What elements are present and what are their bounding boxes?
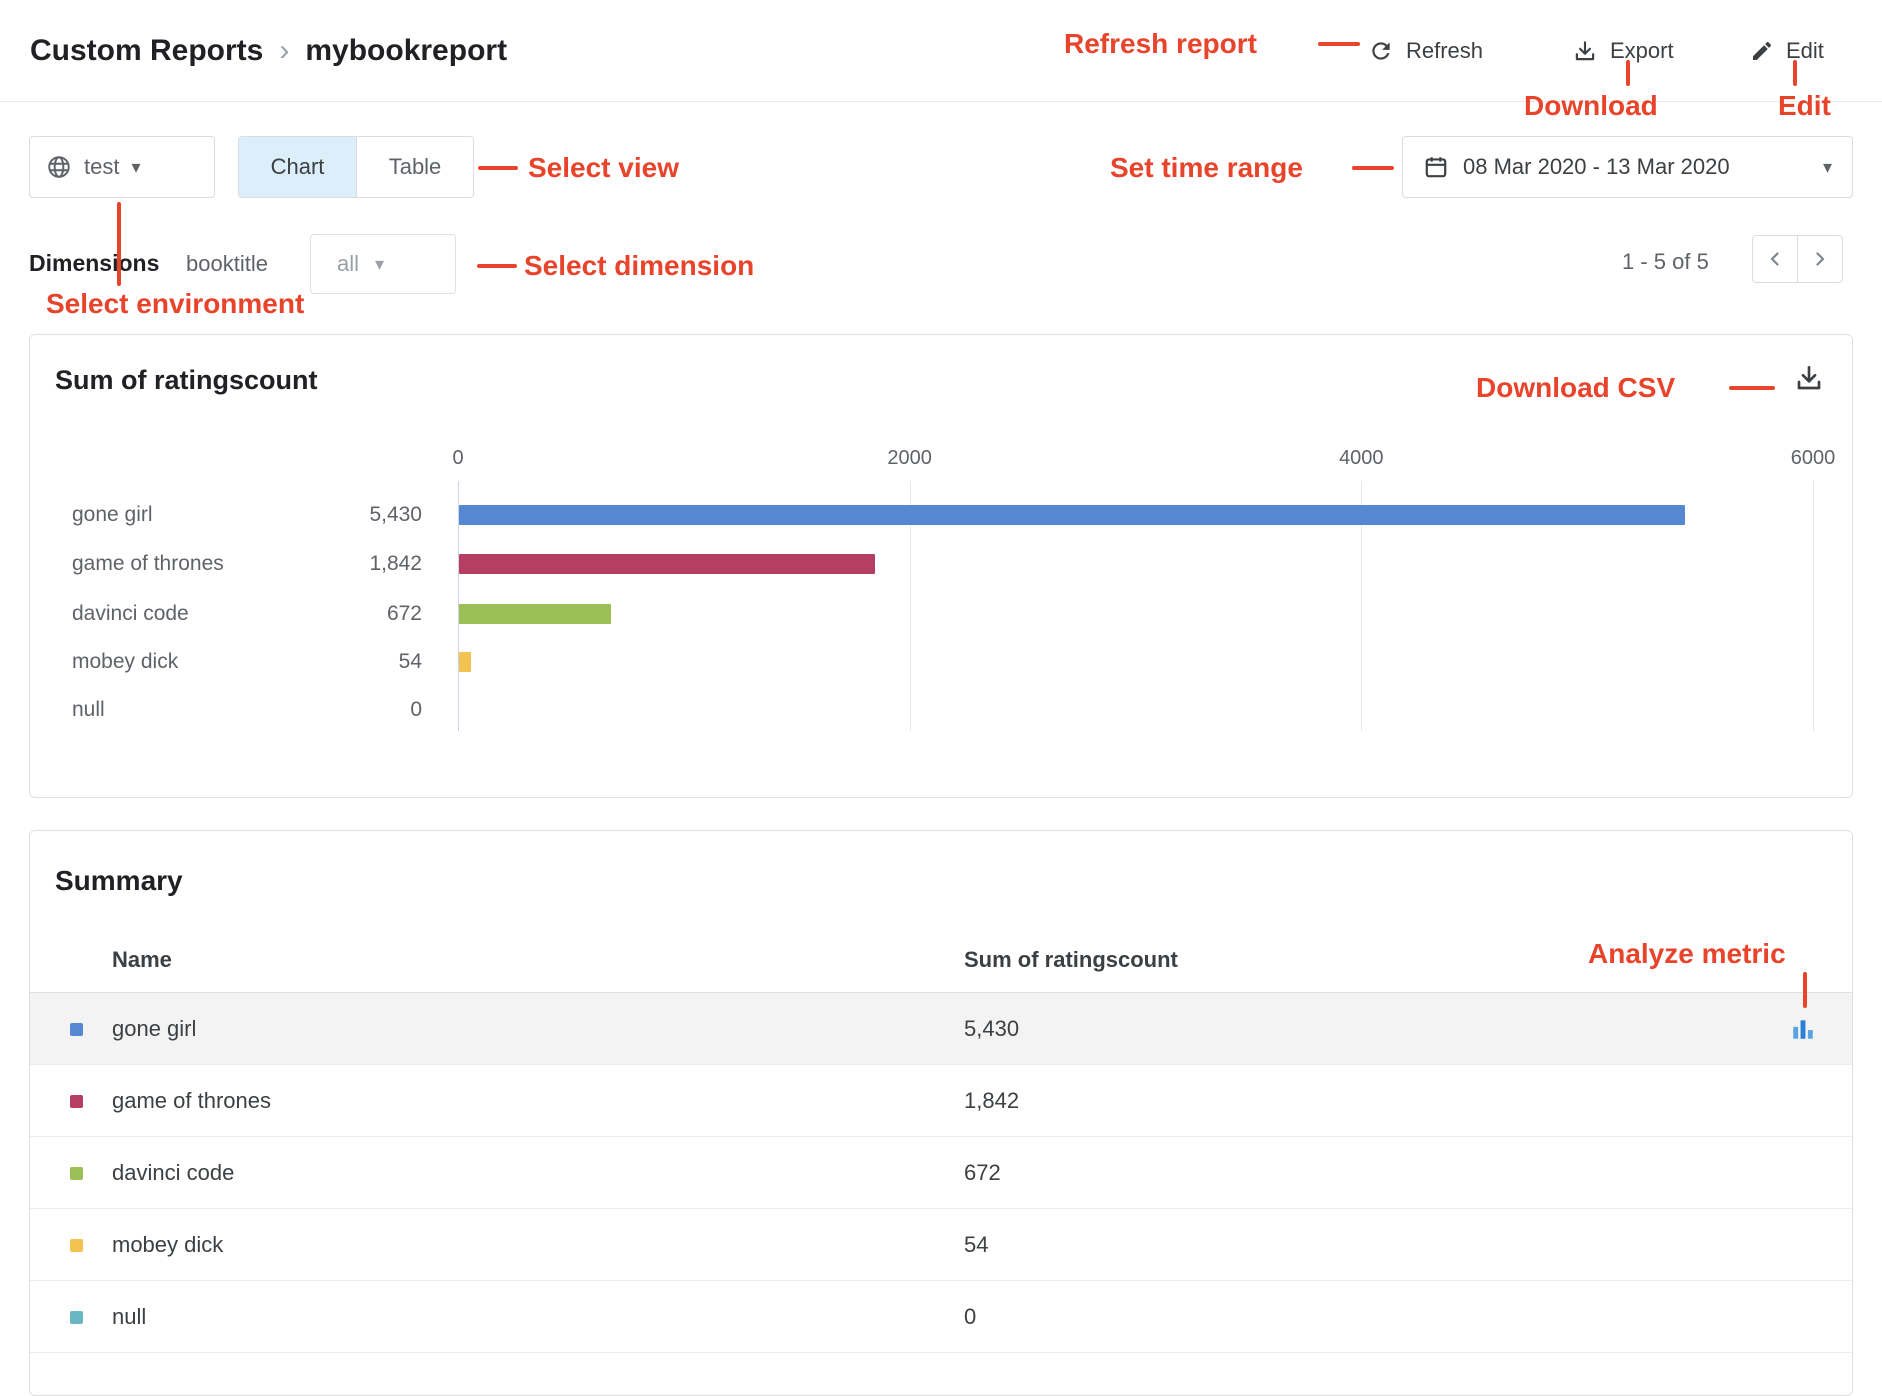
chart-category-label: mobey dick bbox=[72, 650, 178, 674]
chevron-down-icon: ▾ bbox=[131, 157, 140, 178]
chart-row: mobey dick 54 bbox=[30, 650, 450, 676]
chevron-left-icon bbox=[1763, 247, 1787, 271]
date-range-value: 08 Mar 2020 - 13 Mar 2020 bbox=[1463, 154, 1730, 180]
cell-name: gone girl bbox=[112, 993, 196, 1065]
cell-value: 0 bbox=[964, 1281, 976, 1353]
x-axis-tick: 2000 bbox=[887, 447, 932, 470]
chart-category-label: game of thrones bbox=[72, 552, 224, 576]
cell-value: 5,430 bbox=[964, 993, 1019, 1065]
cell-value: 1,842 bbox=[964, 1065, 1019, 1137]
chart-plot-area: 0 2000 4000 6000 bbox=[458, 447, 1813, 747]
bar-chart-icon bbox=[1790, 1016, 1816, 1042]
chart-value-label: 54 bbox=[322, 650, 422, 674]
environment-dropdown[interactable]: test ▾ bbox=[29, 136, 215, 198]
legend-swatch bbox=[70, 1167, 83, 1180]
breadcrumb-root-link[interactable]: Custom Reports bbox=[30, 34, 263, 68]
chart-bar bbox=[459, 505, 1685, 525]
table-row: mobey dick 54 bbox=[30, 1209, 1852, 1281]
table-row: null 0 bbox=[30, 1281, 1852, 1353]
chart-row: davinci code 672 bbox=[30, 602, 450, 628]
x-axis-tick: 4000 bbox=[1339, 447, 1384, 470]
column-header-value: Sum of ratingscount bbox=[964, 947, 1178, 973]
date-range-picker[interactable]: 08 Mar 2020 - 13 Mar 2020 ▾ bbox=[1402, 136, 1853, 198]
page-title: mybookreport bbox=[305, 34, 507, 68]
chart-value-label: 1,842 bbox=[322, 552, 422, 576]
globe-icon bbox=[46, 154, 72, 180]
annotation-select-environment: Select environment bbox=[46, 288, 304, 320]
legend-swatch bbox=[70, 1023, 83, 1036]
x-axis-tick: 6000 bbox=[1791, 447, 1836, 470]
annotation-select-dimension: Select dimension bbox=[524, 250, 754, 282]
view-toggle: Chart Table bbox=[238, 136, 474, 198]
edit-label: Edit bbox=[1786, 38, 1824, 64]
chart-value-label: 0 bbox=[322, 698, 422, 722]
dimension-name: booktitle bbox=[186, 251, 268, 277]
breadcrumb-chevron-icon: › bbox=[279, 34, 289, 68]
table-row: davinci code 672 bbox=[30, 1137, 1852, 1209]
cell-name: game of thrones bbox=[112, 1065, 271, 1137]
chart-bar bbox=[459, 604, 611, 624]
pagination-prev-button[interactable] bbox=[1752, 235, 1798, 283]
dimension-filter-value: all bbox=[337, 251, 359, 277]
pagination-next-button[interactable] bbox=[1797, 235, 1843, 283]
dimensions-label: Dimensions bbox=[29, 250, 159, 277]
analyze-metric-button[interactable] bbox=[1790, 1016, 1816, 1042]
chart-row: gone girl 5,430 bbox=[30, 503, 450, 529]
chart-title: Sum of ratingscount bbox=[55, 365, 318, 396]
tab-chart[interactable]: Chart bbox=[239, 137, 356, 197]
dimension-filter-dropdown[interactable]: all ▾ bbox=[310, 234, 456, 294]
legend-swatch bbox=[70, 1311, 83, 1324]
custom-report-page: Custom Reports › mybookreport Refresh Ex… bbox=[0, 0, 1882, 1396]
pencil-icon bbox=[1750, 39, 1774, 63]
table-row: gone girl 5,430 bbox=[30, 993, 1852, 1065]
pagination-status: 1 - 5 of 5 bbox=[1622, 249, 1709, 275]
tab-table[interactable]: Table bbox=[356, 137, 473, 197]
refresh-label: Refresh bbox=[1406, 38, 1483, 64]
chart-row: null 0 bbox=[30, 698, 450, 724]
download-icon bbox=[1793, 362, 1825, 394]
breadcrumb: Custom Reports › mybookreport bbox=[30, 0, 507, 102]
annotation-line bbox=[477, 264, 517, 268]
annotation-set-time-range: Set time range bbox=[1110, 152, 1303, 184]
edit-button[interactable]: Edit bbox=[1750, 0, 1824, 102]
chart-category-label: gone girl bbox=[72, 503, 153, 527]
chart-bar bbox=[459, 554, 875, 574]
summary-title: Summary bbox=[55, 865, 183, 897]
legend-swatch bbox=[70, 1239, 83, 1252]
x-axis-tick: 0 bbox=[452, 447, 463, 470]
export-label: Export bbox=[1610, 38, 1674, 64]
chart-category-label: davinci code bbox=[72, 602, 189, 626]
cell-name: davinci code bbox=[112, 1137, 234, 1209]
table-header-row: Name Sum of ratingscount bbox=[30, 931, 1852, 993]
download-csv-button[interactable] bbox=[1792, 361, 1826, 395]
column-header-name: Name bbox=[112, 947, 172, 973]
refresh-icon bbox=[1368, 38, 1394, 64]
chart-card: Sum of ratingscount gone girl 5,430 game… bbox=[29, 334, 1853, 798]
download-icon bbox=[1572, 38, 1598, 64]
calendar-icon bbox=[1423, 154, 1449, 180]
cell-value: 54 bbox=[964, 1209, 988, 1281]
chart-value-label: 672 bbox=[322, 602, 422, 626]
annotation-line bbox=[478, 166, 518, 170]
cell-name: null bbox=[112, 1281, 146, 1353]
cell-value: 672 bbox=[964, 1137, 1001, 1209]
chart-category-label: null bbox=[72, 698, 105, 722]
annotation-select-view: Select view bbox=[528, 152, 679, 184]
chart-value-label: 5,430 bbox=[322, 503, 422, 527]
export-button[interactable]: Export bbox=[1572, 0, 1674, 102]
environment-value: test bbox=[84, 154, 119, 180]
chevron-down-icon: ▾ bbox=[375, 254, 384, 275]
chart-row: game of thrones 1,842 bbox=[30, 552, 450, 578]
summary-card: Summary Name Sum of ratingscount gone gi… bbox=[29, 830, 1853, 1396]
chart-bar bbox=[459, 652, 471, 672]
legend-swatch bbox=[70, 1095, 83, 1108]
chevron-right-icon bbox=[1808, 247, 1832, 271]
refresh-button[interactable]: Refresh bbox=[1368, 0, 1483, 102]
cell-name: mobey dick bbox=[112, 1209, 223, 1281]
header: Custom Reports › mybookreport Refresh Ex… bbox=[0, 0, 1882, 102]
annotation-line bbox=[1352, 166, 1394, 170]
gridline bbox=[1813, 481, 1814, 731]
table-row: game of thrones 1,842 bbox=[30, 1065, 1852, 1137]
chevron-down-icon: ▾ bbox=[1823, 157, 1832, 178]
